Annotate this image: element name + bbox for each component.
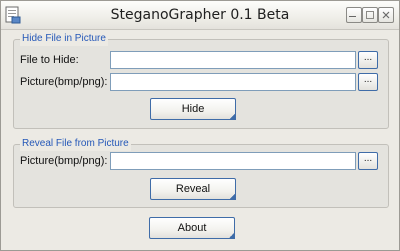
reveal-file-group: Reveal File from Picture Picture(bmp/png… [13, 137, 389, 208]
close-button[interactable] [378, 7, 394, 23]
window-title: SteganoGrapher 0.1 Beta [110, 7, 290, 23]
file-to-hide-browse-button[interactable]: ... [358, 51, 378, 69]
reveal-picture-input[interactable] [110, 152, 356, 170]
file-to-hide-label: File to Hide: [20, 54, 79, 66]
file-to-hide-input[interactable] [110, 51, 356, 69]
maximize-icon [366, 11, 374, 19]
about-button[interactable]: About [149, 217, 235, 239]
minimize-button[interactable] [346, 7, 362, 23]
maximize-button[interactable] [362, 7, 378, 23]
close-icon [382, 11, 390, 19]
hide-picture-input[interactable] [110, 73, 356, 91]
reveal-picture-label: Picture(bmp/png): [20, 155, 108, 167]
reveal-button[interactable]: Reveal [150, 178, 236, 200]
reveal-picture-browse-button[interactable]: ... [358, 152, 378, 170]
hide-button[interactable]: Hide [150, 98, 236, 120]
hide-group-title: Hide File in Picture [20, 32, 108, 46]
hide-picture-browse-button[interactable]: ... [358, 73, 378, 91]
hide-picture-label: Picture(bmp/png): [20, 76, 108, 88]
app-window: SteganoGrapher 0.1 Beta Hide File in Pic… [0, 0, 400, 251]
minimize-icon [349, 16, 356, 17]
title-bar[interactable]: SteganoGrapher 0.1 Beta [1, 1, 399, 30]
hide-file-group: Hide File in Picture File to Hide: ... P… [13, 32, 389, 129]
reveal-group-title: Reveal File from Picture [20, 137, 131, 151]
